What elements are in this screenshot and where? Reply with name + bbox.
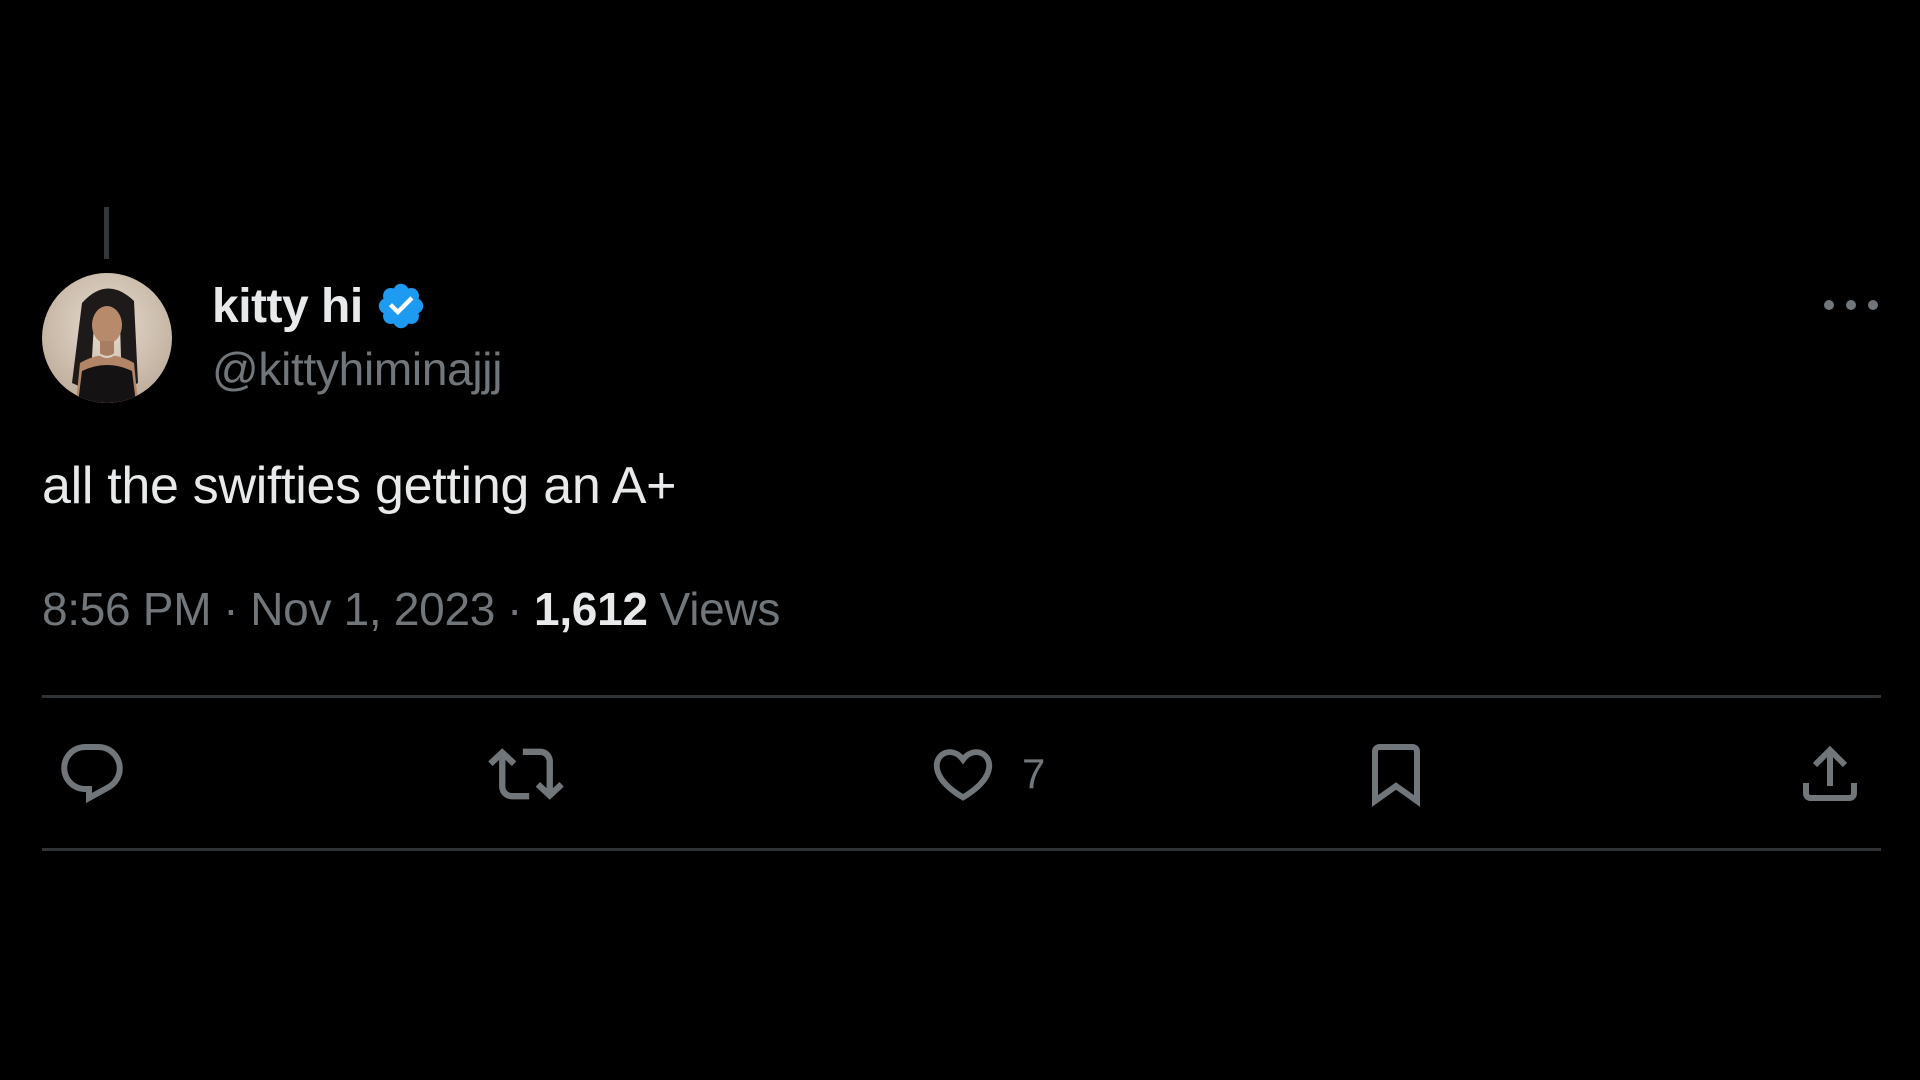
meta-separator: · — [507, 583, 523, 635]
heart-icon — [933, 749, 993, 801]
verified-badge-icon — [378, 283, 423, 329]
views-label[interactable]: Views — [660, 582, 781, 636]
reply-bubble-icon — [61, 744, 123, 804]
retweet-button[interactable] — [488, 740, 564, 808]
tweet-page: kitty hi @kittyhiminajjj all the swiftie… — [0, 0, 1920, 1080]
views-count[interactable]: 1,612 — [534, 582, 648, 636]
share-upload-icon — [1803, 745, 1857, 801]
author-handle[interactable]: @kittyhiminajjj — [212, 342, 502, 396]
divider — [42, 848, 1881, 851]
more-dot-icon — [1846, 300, 1856, 310]
divider — [42, 695, 1881, 698]
avatar-photo — [42, 273, 172, 403]
meta-separator: · — [223, 583, 239, 635]
more-options-button[interactable] — [1824, 290, 1878, 320]
author-display-name[interactable]: kitty hi — [212, 279, 363, 334]
bookmark-button[interactable] — [1360, 740, 1432, 808]
more-dot-icon — [1824, 300, 1834, 310]
like-count: 7 — [1022, 750, 1046, 797]
thread-connector-line — [104, 207, 109, 259]
tweet-metadata: 8:56 PM · Nov 1, 2023 · 1,612 Views — [42, 582, 780, 636]
author-name-row[interactable]: kitty hi — [212, 278, 427, 334]
share-button[interactable] — [1794, 740, 1866, 808]
tweet-text: all the swifties getting an A+ — [42, 457, 677, 515]
tweet-time[interactable]: 8:56 PM — [42, 582, 212, 636]
more-dot-icon — [1868, 300, 1878, 310]
bookmark-icon — [1372, 744, 1420, 807]
reply-button[interactable] — [56, 740, 128, 808]
tweet-date[interactable]: Nov 1, 2023 — [250, 582, 495, 636]
retweet-arrows-icon — [488, 748, 564, 800]
like-button[interactable]: 7 — [928, 740, 1045, 808]
avatar[interactable] — [42, 273, 172, 403]
